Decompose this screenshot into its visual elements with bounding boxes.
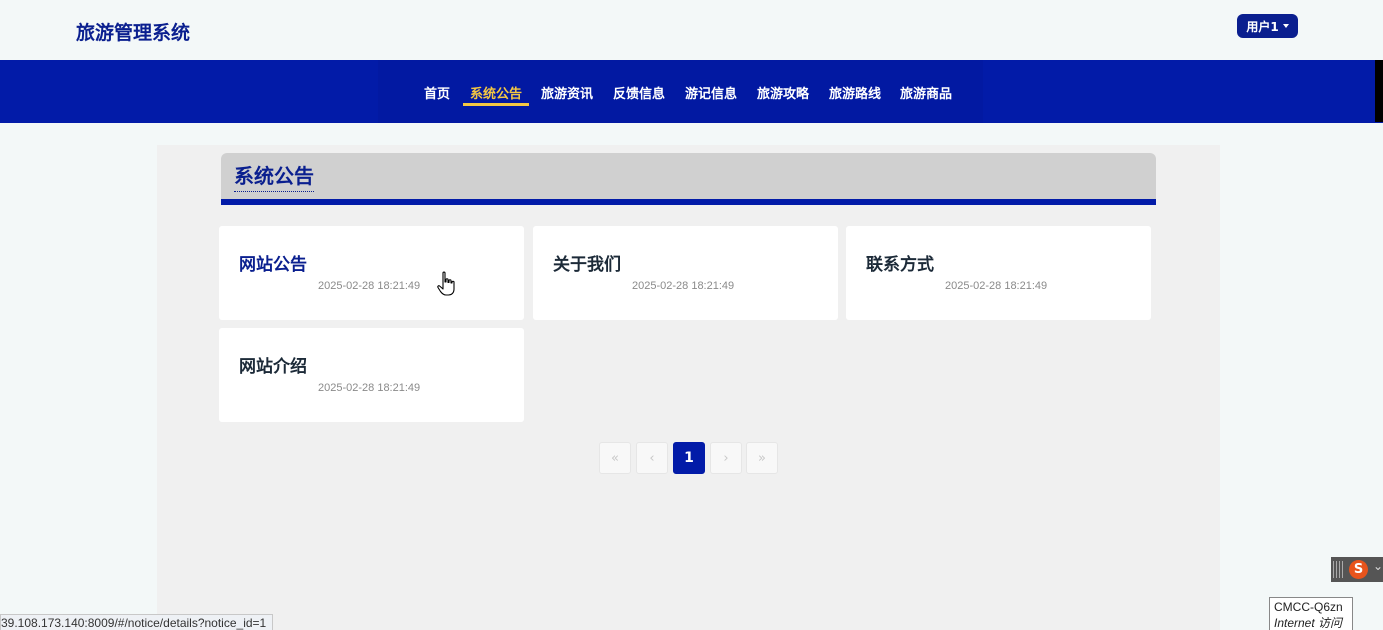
nav-item-products[interactable]: 旅游商品 xyxy=(900,83,952,105)
ime-logo-icon[interactable]: S xyxy=(1349,560,1368,579)
nav-edge-shadow xyxy=(1375,60,1383,122)
ime-toolbar[interactable]: S ⌄ xyxy=(1331,557,1383,582)
notice-card[interactable]: 联系方式 2025-02-28 18:21:49 xyxy=(846,226,1151,320)
status-bar-url: 39.108.173.140:8009/#/notice/details?not… xyxy=(0,614,274,630)
site-title[interactable]: 旅游管理系统 xyxy=(76,18,190,45)
pagination-next-button[interactable]: › xyxy=(710,442,742,474)
nav-item-notice[interactable]: 系统公告 xyxy=(470,83,522,105)
notice-card[interactable]: 网站公告 2025-02-28 18:21:49 xyxy=(219,226,524,320)
notice-title[interactable]: 网站公告 xyxy=(239,250,307,275)
notice-title[interactable]: 联系方式 xyxy=(866,250,934,275)
drag-handle-icon[interactable] xyxy=(1333,561,1345,578)
nav-menu xyxy=(378,60,983,123)
notice-date: 2025-02-28 18:21:49 xyxy=(318,382,421,394)
nav-item-feedback[interactable]: 反馈信息 xyxy=(613,83,665,105)
notice-date: 2025-02-28 18:21:49 xyxy=(945,280,1048,292)
nav-item-travel-news[interactable]: 旅游资讯 xyxy=(541,83,593,105)
user-menu-button[interactable]: 用户1 xyxy=(1237,14,1298,38)
network-status: Internet 访问 xyxy=(1274,616,1343,630)
pagination-last-button[interactable]: » xyxy=(746,442,778,474)
notice-title[interactable]: 关于我们 xyxy=(553,250,621,275)
notice-card[interactable]: 网站介绍 2025-02-28 18:21:49 xyxy=(219,328,524,422)
notice-date: 2025-02-28 18:21:49 xyxy=(318,280,421,292)
pagination-first-button[interactable]: « xyxy=(599,442,631,474)
header-bar: 旅游管理系统 用户1 xyxy=(0,0,1383,60)
nav-item-routes[interactable]: 旅游路线 xyxy=(829,83,881,105)
nav-item-guides[interactable]: 旅游攻略 xyxy=(757,83,809,105)
notice-card[interactable]: 关于我们 2025-02-28 18:21:49 xyxy=(533,226,838,320)
network-tooltip: CMCC-Q6zn Internet 访问 xyxy=(1269,597,1353,630)
network-name: CMCC-Q6zn xyxy=(1274,600,1343,614)
ime-menu-icon[interactable]: ⌄ xyxy=(1373,559,1383,573)
caret-down-icon xyxy=(1282,24,1289,28)
section-title: 系统公告 xyxy=(234,160,314,192)
hand-cursor-icon xyxy=(437,271,455,296)
pagination-page-current[interactable]: 1 xyxy=(673,442,705,474)
nav-active-indicator xyxy=(463,103,529,106)
notice-date: 2025-02-28 18:21:49 xyxy=(632,280,735,292)
pagination-prev-button[interactable]: ‹ xyxy=(636,442,668,474)
notice-title[interactable]: 网站介绍 xyxy=(239,352,307,377)
section-header: 系统公告 xyxy=(221,153,1156,205)
user-menu-label: 用户1 xyxy=(1246,19,1279,34)
nav-item-home[interactable]: 首页 xyxy=(424,83,450,105)
nav-item-travelogue[interactable]: 游记信息 xyxy=(685,83,737,105)
